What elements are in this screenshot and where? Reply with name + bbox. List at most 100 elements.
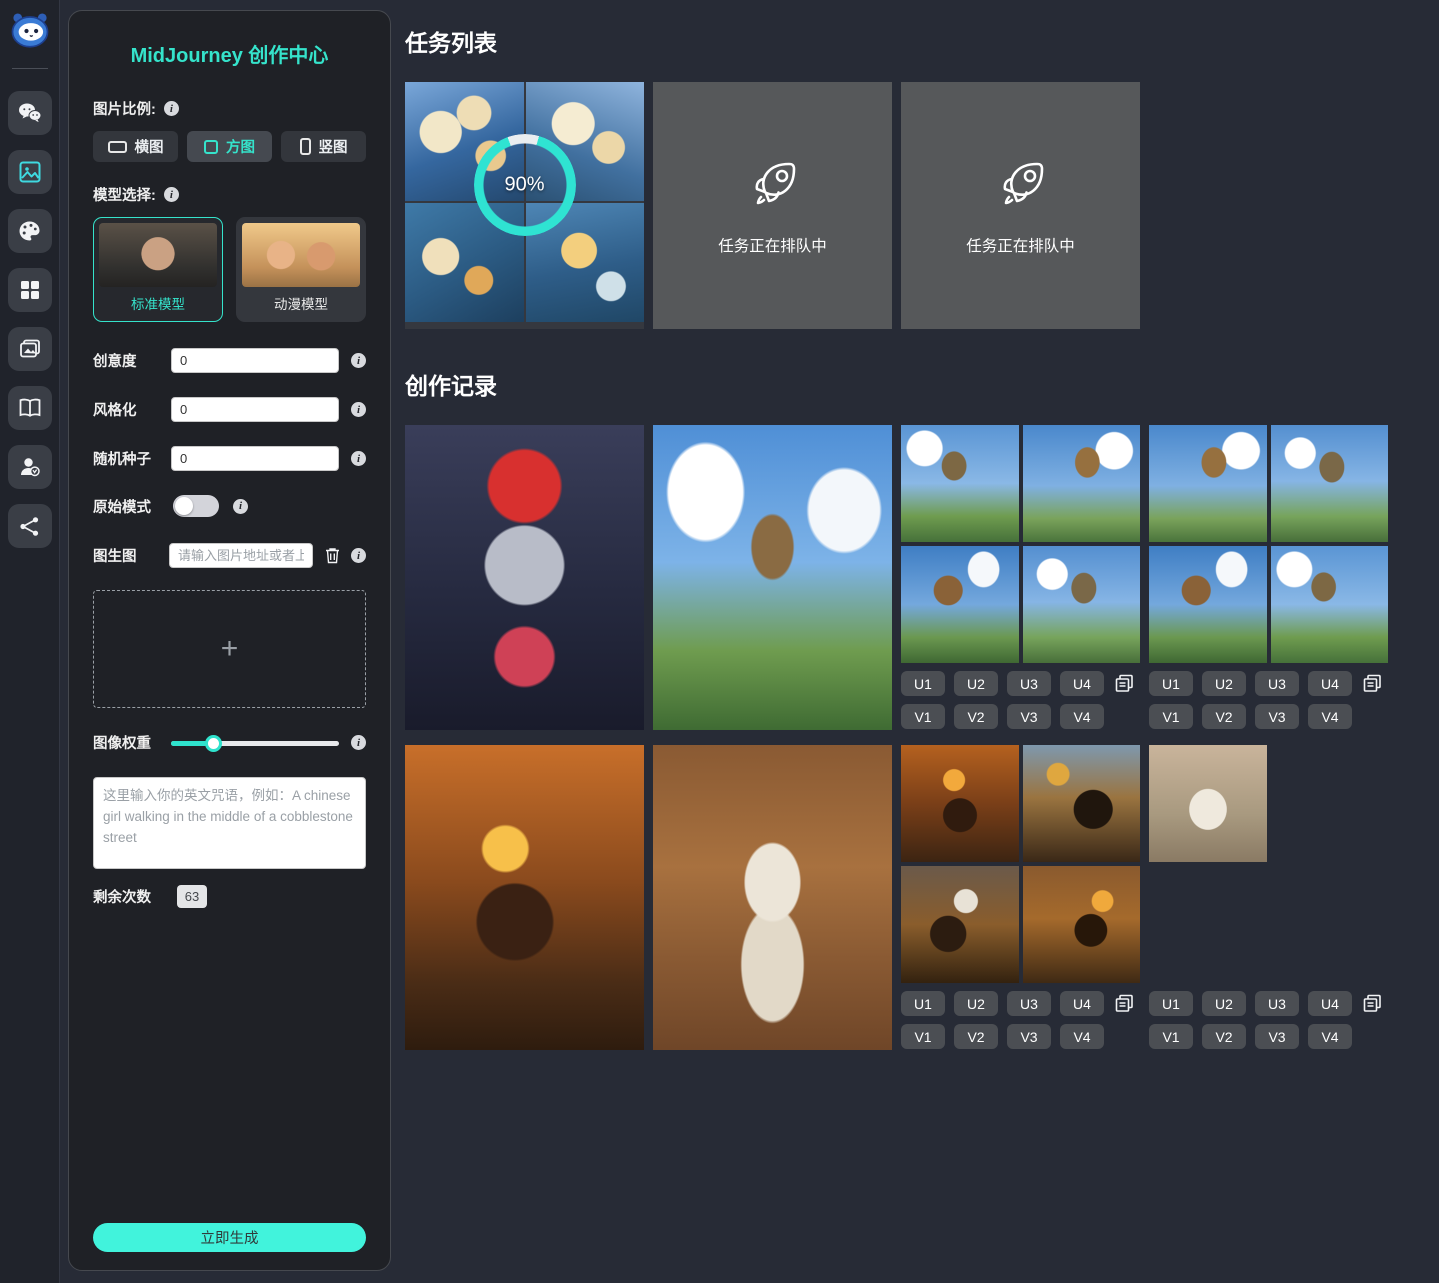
grid-image[interactable] <box>1271 745 1389 862</box>
aspect-square-button[interactable]: 方图 <box>187 131 272 162</box>
info-icon[interactable] <box>351 735 366 750</box>
v2-button[interactable]: V2 <box>954 1024 998 1049</box>
info-icon[interactable] <box>351 451 366 466</box>
v4-button[interactable]: V4 <box>1060 704 1104 729</box>
prompt-textarea[interactable] <box>93 777 366 869</box>
sidebar-item-palette[interactable] <box>8 209 52 253</box>
grid-image[interactable] <box>653 1186 771 1283</box>
u1-button[interactable]: U1 <box>1149 671 1193 696</box>
sidebar-item-gallery[interactable] <box>8 150 52 194</box>
grid-image[interactable] <box>1149 866 1267 983</box>
u2-button[interactable]: U2 <box>954 671 998 696</box>
v3-button[interactable]: V3 <box>1255 704 1299 729</box>
record-image-black-cat[interactable] <box>901 1065 1140 1283</box>
v4-button[interactable]: V4 <box>1308 704 1352 729</box>
v2-button[interactable]: V2 <box>1202 704 1246 729</box>
grid-image[interactable] <box>1023 546 1141 663</box>
grid-image[interactable] <box>1149 425 1267 542</box>
seed-input[interactable] <box>171 446 339 471</box>
record-image-fashion-white-outfit[interactable] <box>405 1065 644 1283</box>
generate-button[interactable]: 立即生成 <box>93 1223 366 1252</box>
v3-button[interactable]: V3 <box>1255 1024 1299 1049</box>
record-grid-floating-castles-b[interactable] <box>1149 425 1388 663</box>
record-image-motorcycle-sunset[interactable] <box>405 745 644 1050</box>
grid-image[interactable] <box>1271 866 1389 983</box>
grid-image[interactable] <box>1149 745 1267 862</box>
u4-button[interactable]: U4 <box>1060 671 1104 696</box>
model-anime-card[interactable]: 动漫模型 <box>236 217 366 322</box>
sidebar-item-apps[interactable] <box>8 268 52 312</box>
u3-button[interactable]: U3 <box>1255 671 1299 696</box>
grid-image[interactable] <box>1149 546 1267 663</box>
grid-image[interactable] <box>901 745 1019 862</box>
record-image-fashion-walk[interactable] <box>653 745 892 1050</box>
u4-button[interactable]: U4 <box>1308 991 1352 1016</box>
aspect-portrait-button[interactable]: 竖图 <box>281 131 366 162</box>
sidebar-item-member[interactable] <box>8 445 52 489</box>
u1-button[interactable]: U1 <box>901 991 945 1016</box>
image-upload-dropzone[interactable] <box>93 590 366 708</box>
u2-button[interactable]: U2 <box>1202 671 1246 696</box>
v1-button[interactable]: V1 <box>901 704 945 729</box>
copy-prompt-icon[interactable] <box>1363 674 1382 693</box>
copy-prompt-icon[interactable] <box>1115 994 1134 1013</box>
slider-thumb[interactable] <box>205 735 222 752</box>
record-image-spiderman[interactable] <box>405 425 644 730</box>
u2-button[interactable]: U2 <box>1202 991 1246 1016</box>
record-grid-motorcycles[interactable] <box>901 745 1140 983</box>
grid-image[interactable] <box>1271 546 1389 663</box>
grid-image[interactable] <box>775 1065 893 1182</box>
grid-image[interactable] <box>653 1065 771 1182</box>
creativity-input[interactable] <box>171 348 339 373</box>
grid-image[interactable] <box>1023 745 1141 862</box>
record-image-castle[interactable] <box>653 425 892 730</box>
grid-image[interactable] <box>901 425 1019 542</box>
grid-image[interactable] <box>775 1186 893 1283</box>
info-icon[interactable] <box>164 101 179 116</box>
info-icon[interactable] <box>351 353 366 368</box>
v4-button[interactable]: V4 <box>1308 1024 1352 1049</box>
grid-image[interactable] <box>1271 425 1389 542</box>
u1-button[interactable]: U1 <box>901 671 945 696</box>
copy-prompt-icon[interactable] <box>1115 674 1134 693</box>
grid-image[interactable] <box>1023 866 1141 983</box>
grid-image[interactable] <box>1023 425 1141 542</box>
sidebar-item-book[interactable] <box>8 386 52 430</box>
v1-button[interactable]: V1 <box>901 1024 945 1049</box>
v2-button[interactable]: V2 <box>1202 1024 1246 1049</box>
raw-mode-toggle[interactable] <box>173 495 219 517</box>
u1-button[interactable]: U1 <box>1149 991 1193 1016</box>
v4-button[interactable]: V4 <box>1060 1024 1104 1049</box>
record-grid-fashion[interactable] <box>1149 745 1388 983</box>
image-weight-slider[interactable] <box>171 735 339 751</box>
model-standard-card[interactable]: 标准模型 <box>93 217 223 322</box>
copy-prompt-icon[interactable] <box>1363 994 1382 1013</box>
info-icon[interactable] <box>233 499 248 514</box>
v1-button[interactable]: V1 <box>1149 704 1193 729</box>
stylize-input[interactable] <box>171 397 339 422</box>
u4-button[interactable]: U4 <box>1060 991 1104 1016</box>
u4-button[interactable]: U4 <box>1308 671 1352 696</box>
u3-button[interactable]: U3 <box>1255 991 1299 1016</box>
u3-button[interactable]: U3 <box>1007 991 1051 1016</box>
sidebar-item-wechat[interactable] <box>8 91 52 135</box>
u3-button[interactable]: U3 <box>1007 671 1051 696</box>
v3-button[interactable]: V3 <box>1007 1024 1051 1049</box>
v3-button[interactable]: V3 <box>1007 704 1051 729</box>
sidebar-item-share[interactable] <box>8 504 52 548</box>
trash-icon[interactable] <box>323 547 341 564</box>
record-grid-fashion-collage[interactable] <box>653 1065 892 1283</box>
record-image-white-kitten[interactable] <box>1149 1065 1388 1283</box>
record-grid-floating-castles-a[interactable] <box>901 425 1140 663</box>
aspect-landscape-button[interactable]: 横图 <box>93 131 178 162</box>
info-icon[interactable] <box>164 187 179 202</box>
grid-image[interactable] <box>901 866 1019 983</box>
grid-image[interactable] <box>901 546 1019 663</box>
v2-button[interactable]: V2 <box>954 704 998 729</box>
v1-button[interactable]: V1 <box>1149 1024 1193 1049</box>
img2img-url-input[interactable] <box>169 543 313 568</box>
sidebar-item-photos[interactable] <box>8 327 52 371</box>
info-icon[interactable] <box>351 402 366 417</box>
u2-button[interactable]: U2 <box>954 991 998 1016</box>
info-icon[interactable] <box>351 548 366 563</box>
